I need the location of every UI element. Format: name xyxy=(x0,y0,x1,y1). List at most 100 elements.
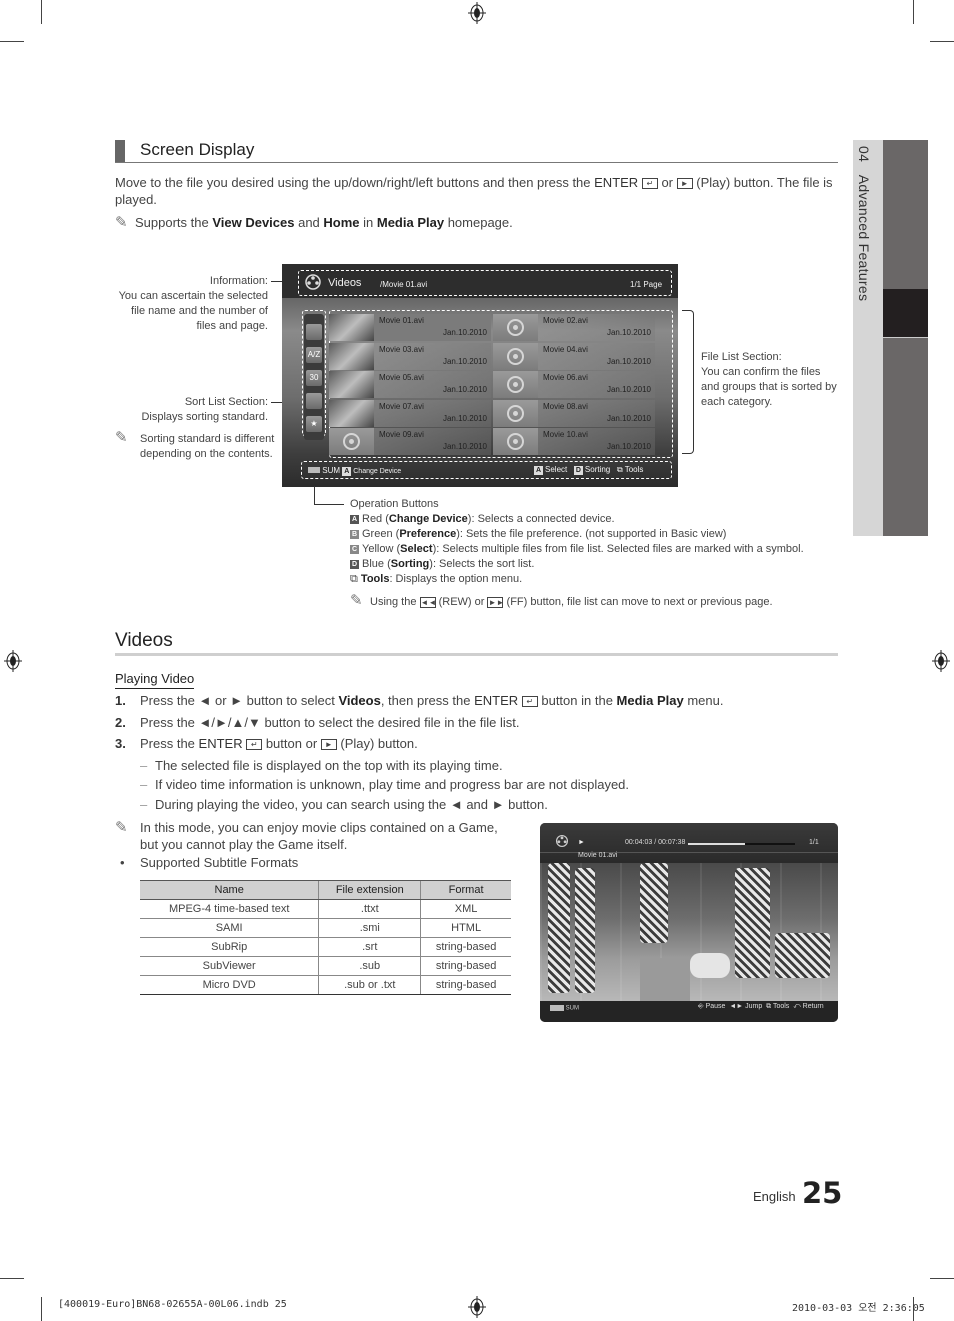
video-thumbnail xyxy=(329,314,374,341)
op-button-item: A Red (Change Device): Selects a connecte… xyxy=(350,513,615,525)
playback-time: 00:04:03 / 00:07:38 xyxy=(625,839,686,846)
file-name: Movie 04.avi xyxy=(543,344,588,354)
section-heading-screen-display: Screen Display xyxy=(140,140,255,159)
calendar-icon[interactable]: 30 xyxy=(306,370,322,386)
return-icon: ↶ xyxy=(793,1003,801,1010)
button-a-icon: A xyxy=(342,467,352,476)
tv-bottom-bar-left: SUM A Change Device xyxy=(308,466,401,476)
table-cell: SAMI xyxy=(140,918,319,938)
registration-mark-icon xyxy=(932,650,950,672)
table-cell: .srt xyxy=(318,937,421,957)
player-bottom-left: SUM xyxy=(550,1005,579,1012)
film-reel-thumbnail-icon xyxy=(493,342,538,370)
file-list-item[interactable]: Movie 07.avi Jan.10.2010 xyxy=(329,399,491,427)
file-list-item[interactable]: Movie 10.avi Jan.10.2010 xyxy=(493,428,655,455)
color-key-d-icon: D xyxy=(350,559,359,569)
playback-progress-bar[interactable] xyxy=(688,843,795,845)
jump-arrows-icon: ◄► xyxy=(729,1003,744,1010)
play-key-icon: ► xyxy=(676,178,693,190)
tools-icon: ⧉ xyxy=(616,465,623,474)
file-name: Movie 02.avi xyxy=(543,316,588,325)
table-cell: MPEG-4 time-based text xyxy=(140,899,319,919)
change-device-button[interactable]: Change Device xyxy=(353,468,401,475)
dash-item: – If video time information is unknown, p… xyxy=(140,777,630,792)
table-cell: .sub xyxy=(318,956,421,976)
return-button[interactable]: Return xyxy=(803,1003,824,1010)
file-list-item[interactable]: Movie 03.avi Jan.10.2010 xyxy=(329,342,491,370)
az-sort-icon[interactable]: A/Z xyxy=(306,347,322,363)
sort-list: A/Z 30 ★ xyxy=(304,314,324,440)
step-2: 2. Press the ◄/►/▲/▼ button to select the… xyxy=(115,715,520,730)
button-d-icon: D xyxy=(573,466,583,475)
folder-icon[interactable] xyxy=(306,324,322,340)
table-header: Format xyxy=(420,880,511,900)
registration-mark-icon xyxy=(468,2,486,24)
tools-icon: ⧉ xyxy=(766,1003,772,1010)
genre-icon[interactable] xyxy=(306,393,322,409)
crop-mark xyxy=(41,1297,42,1321)
table-row: SubViewer .sub string-based xyxy=(140,956,511,976)
file-list-item[interactable]: Movie 09.avi Jan.10.2010 xyxy=(329,428,491,455)
op-button-item: B Green (Preference): Sets the file prefe… xyxy=(350,528,727,540)
file-date: Jan.10.2010 xyxy=(442,385,487,394)
crop-mark xyxy=(930,1278,954,1279)
annotation-sort-note: ✎ Sorting standard is different dependin… xyxy=(115,429,275,460)
chapter-tab-current-marker xyxy=(883,289,928,338)
table-cell: XML xyxy=(420,899,511,919)
select-button[interactable]: Select xyxy=(545,465,567,474)
pause-button[interactable]: Pause xyxy=(706,1003,726,1010)
file-date: Jan.10.2010 xyxy=(442,413,487,423)
file-list-item[interactable]: Movie 01.avi Jan.10.2010 xyxy=(329,314,491,341)
file-name: Movie 01.avi xyxy=(379,316,424,325)
file-name: Movie 09.avi xyxy=(379,430,424,439)
playing-file-title: Movie 01.avi xyxy=(578,852,618,859)
playback-progress-fill xyxy=(688,843,745,845)
note-pencil-icon: ✎ xyxy=(115,429,128,446)
film-reel-thumbnail-icon xyxy=(493,371,538,398)
file-list-item[interactable]: Movie 08.avi Jan.10.2010 xyxy=(493,399,655,427)
dash-item: – During playing the video, you can searc… xyxy=(140,797,548,812)
video-thumbnail xyxy=(329,342,374,370)
table-cell: .sub or .txt xyxy=(318,975,421,995)
table-cell: .smi xyxy=(318,918,421,938)
chapter-tab-strip xyxy=(883,140,928,536)
tv-current-path: /Movie 01.avi xyxy=(380,280,428,289)
registration-mark-icon xyxy=(4,650,22,672)
sum-icon xyxy=(308,467,320,473)
section-heading-bar xyxy=(115,140,125,162)
enter-key-icon: ↵ xyxy=(641,178,658,190)
tools-button[interactable]: Tools xyxy=(773,1003,789,1010)
film-reel-thumbnail-icon xyxy=(493,428,538,455)
op-note: ✎ Using the ◄◄ (REW) or ►► (FF) button, f… xyxy=(350,592,773,609)
table-header: File extension xyxy=(318,880,421,900)
enter-key-icon: ↵ xyxy=(246,739,263,751)
annotation-sort-list: Sort List Section: Displays sorting stan… xyxy=(141,396,268,423)
table-cell: Micro DVD xyxy=(140,975,319,995)
print-slug-date: 2010-03-03 오전 2:36:05 xyxy=(792,1303,925,1314)
sorting-button[interactable]: Sorting xyxy=(585,465,610,474)
table-cell: SubRip xyxy=(140,937,319,957)
tools-button[interactable]: Tools xyxy=(625,465,644,474)
jump-button[interactable]: Jump xyxy=(745,1003,762,1010)
player-controls: ⎆ Pause ◄► Jump ⧉ Tools ↶ Return xyxy=(698,1003,824,1011)
favorite-star-icon[interactable]: ★ xyxy=(306,416,322,432)
file-name: Movie 07.avi xyxy=(379,401,424,411)
file-list-item[interactable]: Movie 02.avi Jan.10.2010 xyxy=(493,314,655,341)
print-slug-file: [400019-Euro]BN68-02655A-00L06.indb 25 xyxy=(58,1299,287,1310)
dash-item: – The selected file is displayed on the t… xyxy=(140,758,503,773)
annotation-file-list: File List Section: You can confirm the f… xyxy=(701,351,837,408)
table-cell: HTML xyxy=(420,918,511,938)
bullet-subtitle-formats: • Supported Subtitle Formats xyxy=(120,855,299,870)
file-list-item[interactable]: Movie 06.avi Jan.10.2010 xyxy=(493,371,655,398)
file-list-item[interactable]: Movie 05.avi Jan.10.2010 xyxy=(329,371,491,398)
tv-bottom-bar-right: A Select D Sorting ⧉ Tools xyxy=(534,465,643,475)
tools-icon: ⧉ xyxy=(350,573,361,585)
leader-line xyxy=(314,504,344,505)
screen-display-intro: Move to the file you desired using the u… xyxy=(115,175,833,207)
crop-mark xyxy=(0,41,24,42)
file-date: Jan.10.2010 xyxy=(606,385,651,394)
file-list-item[interactable]: Movie 04.avi Jan.10.2010 xyxy=(493,342,655,370)
film-reel-thumbnail-icon xyxy=(329,428,374,455)
step-1: 1. Press the ◄ or ► button to select Vide… xyxy=(115,693,724,708)
table-row: SubRip .srt string-based xyxy=(140,937,511,957)
